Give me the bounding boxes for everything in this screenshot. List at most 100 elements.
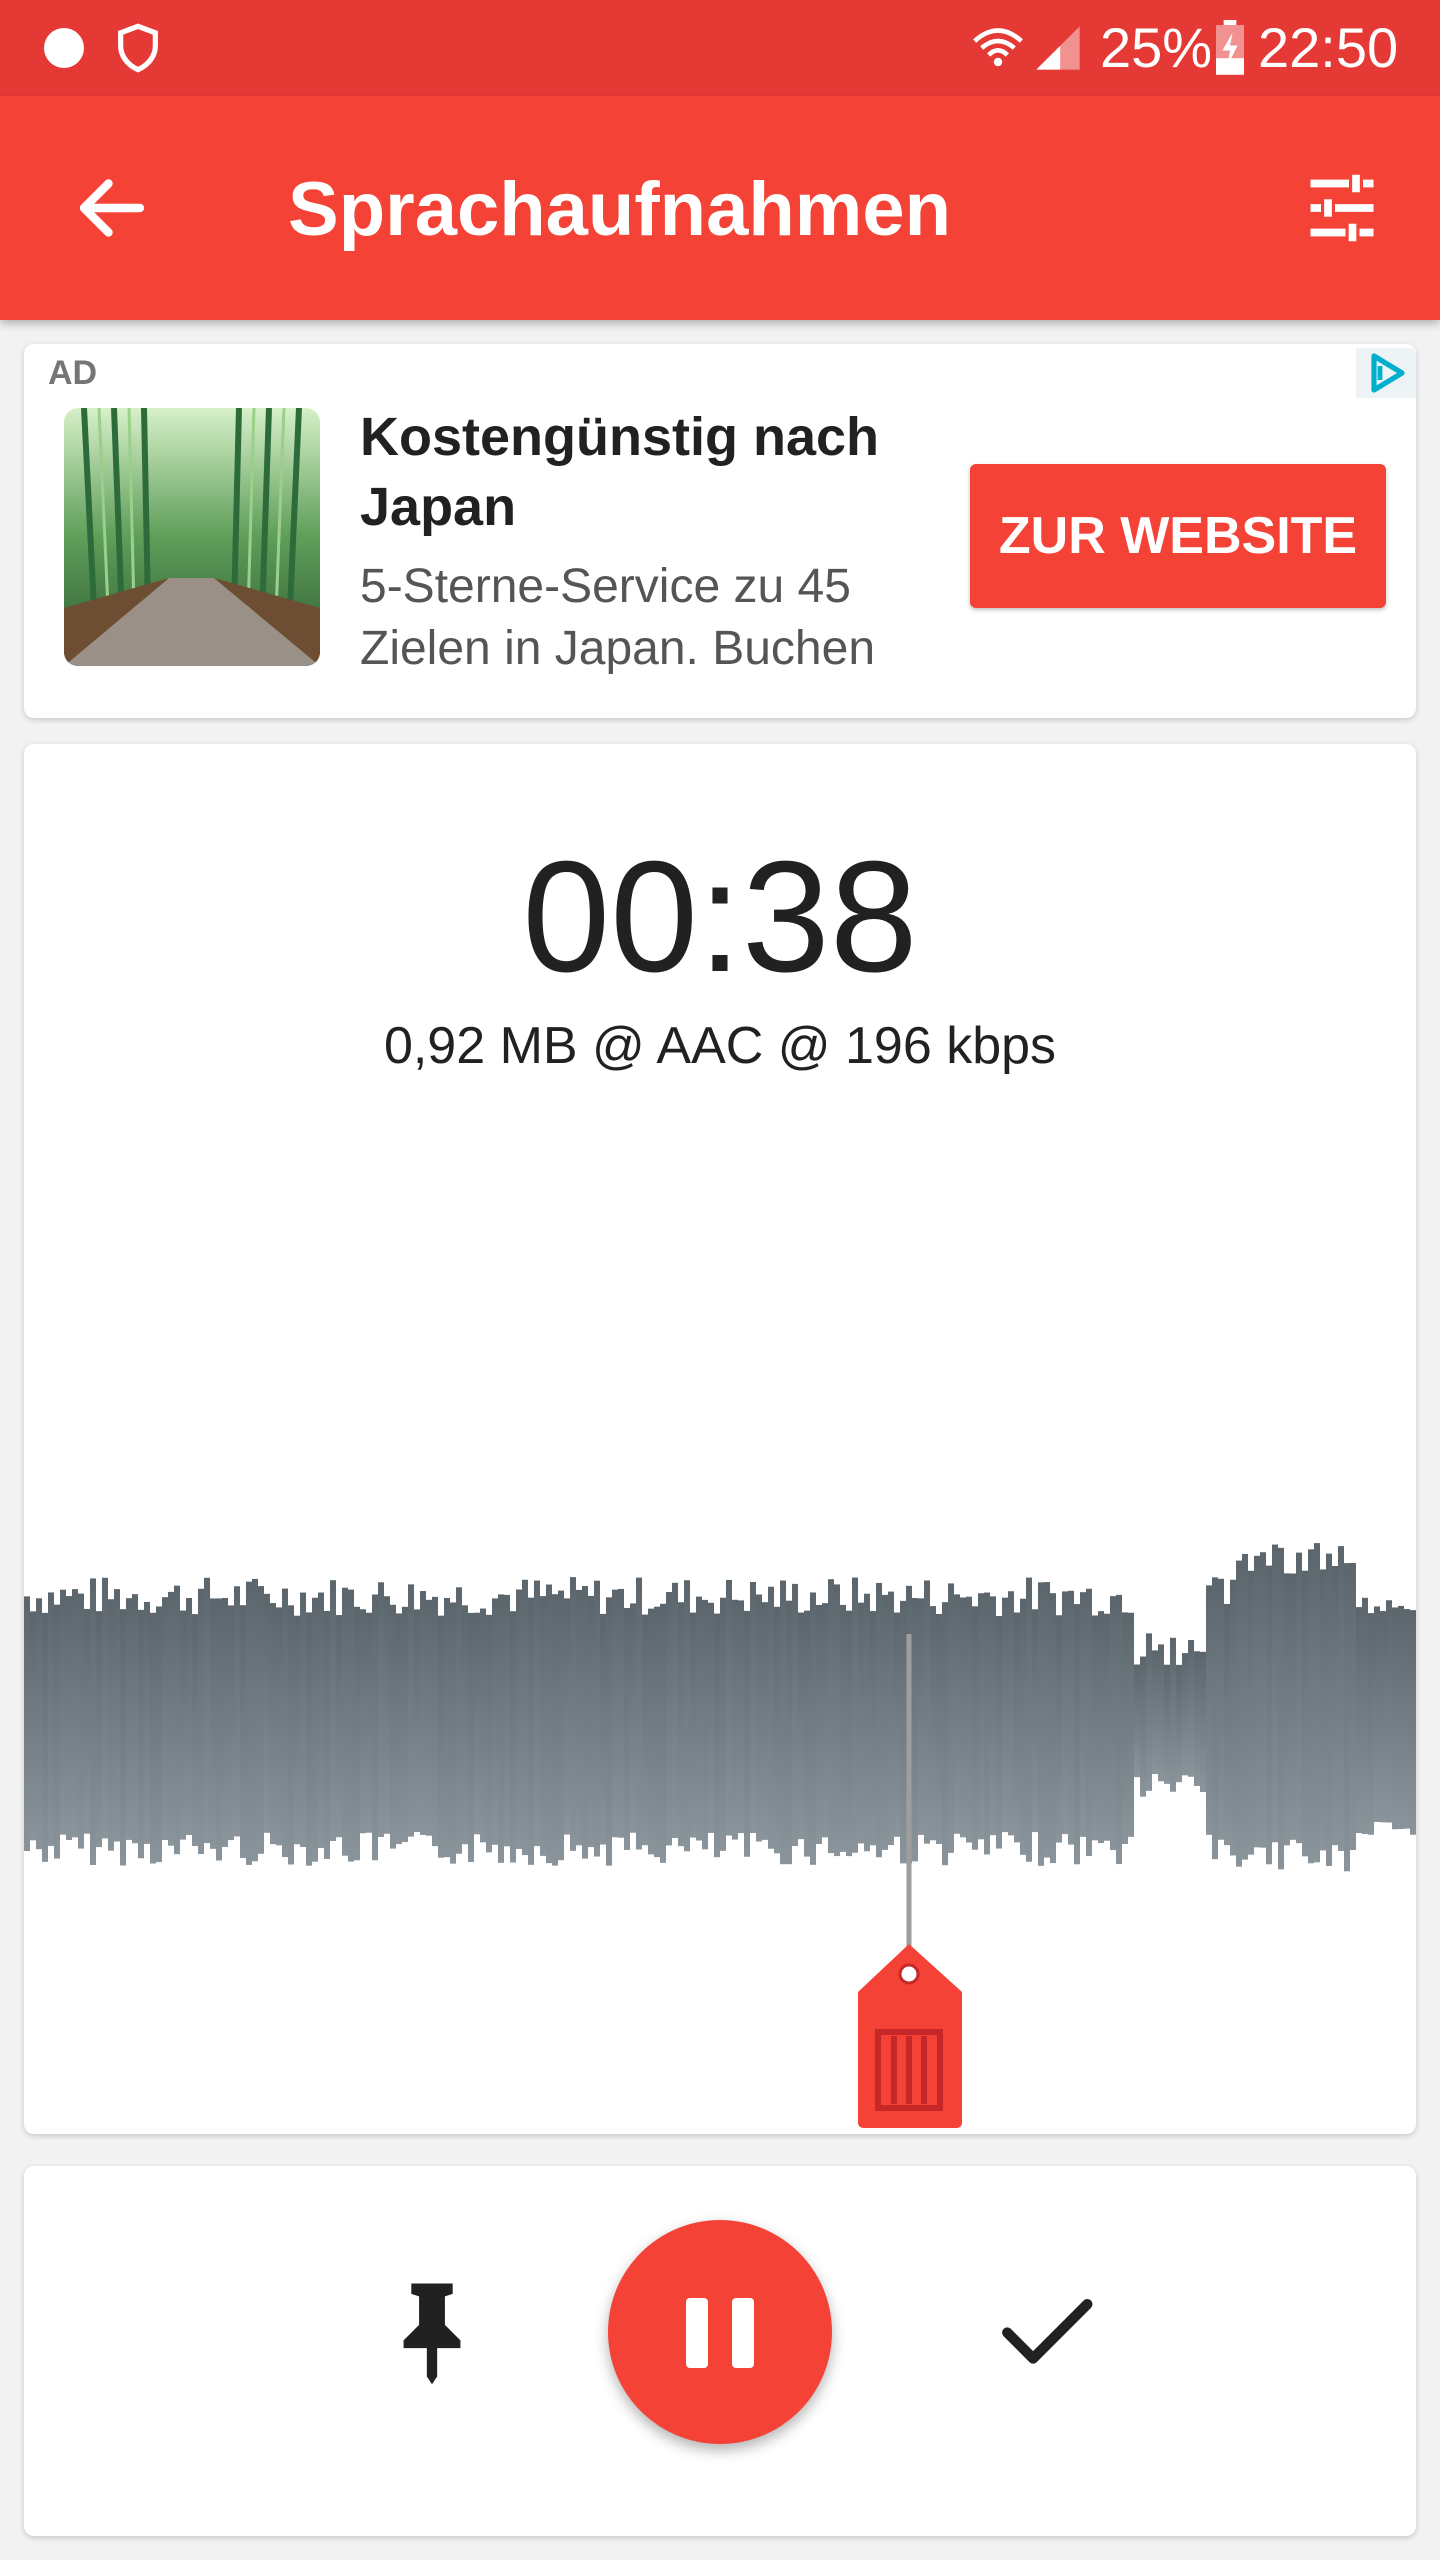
waveform-bar — [174, 1585, 180, 1855]
waveform-bar — [1140, 1656, 1146, 1797]
waveform-bar — [978, 1593, 984, 1840]
waveform-bar — [276, 1607, 282, 1846]
waveform-bar — [1212, 1577, 1218, 1860]
tune-sliders-icon[interactable] — [1300, 166, 1384, 250]
status-clock: 22:50 — [1258, 16, 1399, 79]
waveform-bar — [186, 1597, 192, 1836]
waveform-bar — [1098, 1611, 1104, 1844]
waveform-bar — [702, 1599, 708, 1850]
waveform-bar — [360, 1609, 366, 1834]
waveform-bar — [48, 1592, 54, 1846]
waveform[interactable] — [24, 1434, 1416, 1914]
waveform-bar — [744, 1610, 750, 1857]
waveform-bar — [24, 1596, 30, 1852]
waveform-bar — [1368, 1613, 1374, 1835]
waveform-bar — [330, 1580, 336, 1841]
waveform-bar — [990, 1596, 996, 1836]
waveform-bar — [456, 1587, 462, 1854]
waveform-bar — [90, 1578, 96, 1865]
waveform-bar — [1308, 1549, 1314, 1864]
waveform-bar — [684, 1580, 690, 1852]
waveform-bar — [714, 1613, 720, 1858]
waveform-bar — [828, 1579, 834, 1854]
waveform-bar — [1242, 1553, 1248, 1860]
pause-button[interactable] — [608, 2220, 832, 2444]
waveform-bar — [498, 1594, 504, 1863]
waveform-bar — [780, 1580, 786, 1865]
waveform-bar — [534, 1580, 540, 1847]
waveform-bar — [468, 1612, 474, 1862]
waveform-bar — [222, 1597, 228, 1847]
waveform-bar — [216, 1598, 222, 1861]
waveform-bar — [1092, 1615, 1098, 1841]
waveform-bar — [1218, 1578, 1224, 1840]
waveform-bar — [588, 1595, 594, 1848]
waveform-bar — [996, 1615, 1002, 1849]
waveform-bar — [1296, 1552, 1302, 1844]
waveform-bar — [1158, 1644, 1164, 1782]
waveform-bar — [738, 1600, 744, 1834]
waveform-bar — [144, 1601, 150, 1844]
waveform-bar — [768, 1586, 774, 1849]
waveform-bar — [672, 1582, 678, 1839]
waveform-bar — [1284, 1573, 1290, 1846]
waveform-bar — [228, 1605, 234, 1841]
waveform-bar — [606, 1597, 612, 1866]
waveform-bar — [642, 1614, 648, 1846]
visit-website-button[interactable]: ZUR WEBSITE — [970, 464, 1386, 608]
waveform-bar — [1170, 1637, 1176, 1792]
waveform-bar — [1254, 1555, 1260, 1848]
check-icon[interactable] — [984, 2268, 1108, 2392]
ad-image[interactable] — [64, 408, 320, 666]
ad-headline[interactable]: Kostengünstig nach Japan — [360, 402, 960, 542]
waveform-bar — [42, 1612, 48, 1862]
waveform-bar — [660, 1603, 666, 1863]
waveform-bar — [480, 1608, 486, 1843]
waveform-bar — [690, 1612, 696, 1838]
ad-card[interactable]: AD Kostengünstig nach Japan 5-Sterne-Ser… — [24, 344, 1416, 718]
waveform-bar — [342, 1587, 348, 1856]
waveform-bar — [1038, 1582, 1044, 1866]
waveform-bar — [648, 1608, 654, 1855]
waveform-bar — [246, 1581, 252, 1865]
pause-icon — [732, 2298, 754, 2368]
waveform-bar — [906, 1585, 912, 1864]
waveform-bar — [414, 1609, 420, 1833]
waveform-bar — [864, 1593, 870, 1852]
waveform-bar — [1116, 1594, 1122, 1865]
waveform-bar — [1236, 1560, 1242, 1867]
waveform-bar — [312, 1597, 318, 1862]
waveform-bar — [462, 1605, 468, 1845]
waveform-bar — [762, 1602, 768, 1840]
pin-icon[interactable] — [370, 2268, 494, 2392]
waveform-bar — [270, 1603, 276, 1845]
waveform-bar — [558, 1590, 564, 1861]
arrow-back-icon[interactable] — [70, 166, 154, 250]
waveform-bar — [834, 1584, 840, 1857]
waveform-bar — [822, 1603, 828, 1838]
waveform-bar — [1290, 1573, 1296, 1840]
waveform-bar — [1080, 1592, 1086, 1837]
waveform-bar — [258, 1586, 264, 1854]
waveform-bar — [264, 1593, 270, 1833]
waveform-bar — [750, 1581, 756, 1833]
waveform-bar — [78, 1593, 84, 1849]
waveform-bar — [984, 1592, 990, 1855]
waveform-bar — [1374, 1606, 1380, 1822]
waveform-bar — [126, 1598, 132, 1840]
adchoices-icon[interactable] — [1356, 348, 1416, 398]
waveform-bar — [798, 1612, 804, 1840]
controls-card — [24, 2166, 1416, 2536]
waveform-bar — [756, 1594, 762, 1842]
waveform-bar — [300, 1592, 306, 1847]
waveform-bar — [426, 1599, 432, 1836]
waveform-bar — [378, 1582, 384, 1837]
waveform-bar — [918, 1598, 924, 1835]
waveform-bar — [234, 1586, 240, 1837]
waveform-bar — [1356, 1607, 1362, 1834]
waveform-bar — [732, 1599, 738, 1840]
playhead-marker-handle[interactable] — [854, 1944, 974, 2130]
waveform-bar — [960, 1597, 966, 1838]
waveform-bar — [1134, 1664, 1140, 1778]
waveform-bar — [504, 1594, 510, 1847]
